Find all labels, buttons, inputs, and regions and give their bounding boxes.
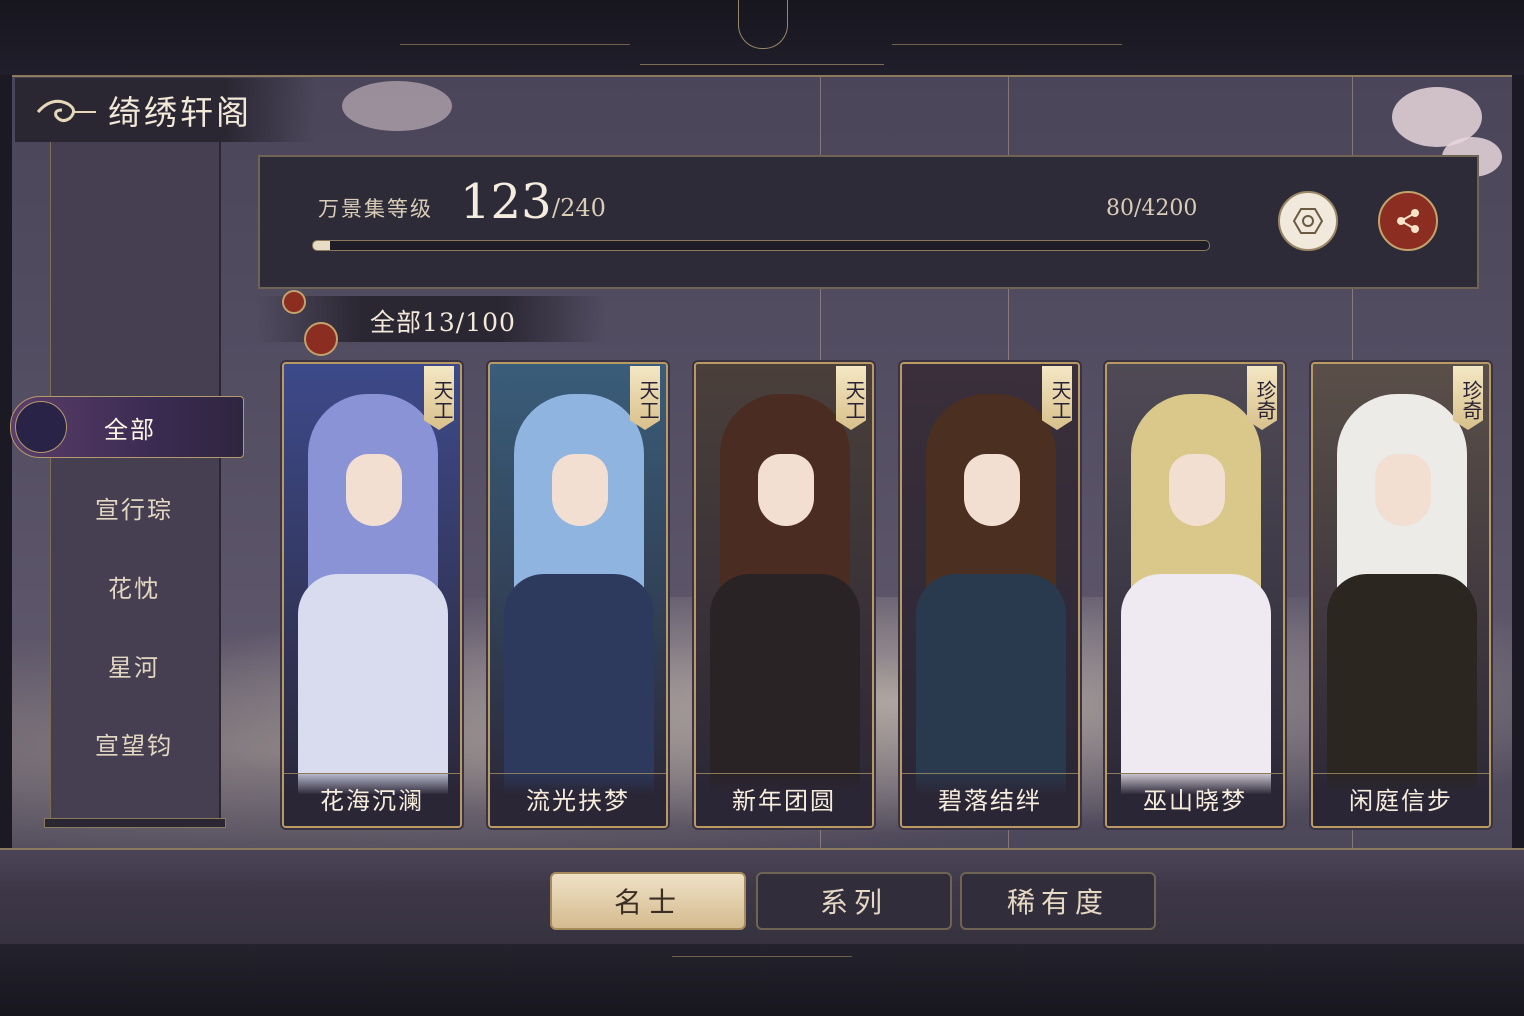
sidebar-item-xuanwangjun[interactable]: 宣望钧 [50,726,218,761]
rarity-badge: 天工 [424,366,454,430]
share-icon [1397,209,1419,233]
character-art [1313,364,1489,826]
character-robe [504,574,654,794]
character-card[interactable]: 天工碧落结绊 [900,362,1080,828]
character-robe [710,574,860,794]
cloud-emblem-icon [36,99,96,123]
level-max: /240 [552,194,606,222]
gallery-button[interactable] [1278,191,1338,251]
rarity-badge: 天工 [630,366,660,430]
character-robe [1121,574,1271,794]
tab-mingshi[interactable]: 名士 [550,872,746,930]
flower-badge-icon [304,322,338,356]
card-name: 碧落结绊 [938,787,1042,815]
character-robe [298,574,448,794]
lotus-ornament-icon [738,0,788,49]
level-progress-fill [313,241,331,250]
rarity-badge: 天工 [836,366,866,430]
character-art [696,364,872,826]
character-art [284,364,460,826]
character-face [1375,454,1431,526]
card-name: 新年团圆 [732,787,836,815]
bottom-frame [0,944,1524,1016]
tab-rarity[interactable]: 稀有度 [960,872,1156,930]
level-current: 123 [460,174,552,230]
top-frame-line-right [892,44,1122,45]
card-name: 流光扶梦 [526,787,630,815]
level-label: 万景集等级 [318,197,433,221]
card-name: 闲庭信步 [1349,787,1453,815]
character-face [964,454,1020,526]
character-card[interactable]: 天工花海沉澜 [282,362,462,828]
character-art [1107,364,1283,826]
card-name: 花海沉澜 [320,787,424,815]
character-art [490,364,666,826]
sidebar-item-huachen[interactable]: 花忱 [50,569,218,604]
sidebar-item-label: 全部 [104,416,156,444]
collection-count: 全部13/100 [370,308,516,337]
character-face [552,454,608,526]
fan-emblem-icon [15,401,67,453]
rarity-badge: 珍奇 [1453,366,1483,430]
character-face [758,454,814,526]
page-title: 绮绣轩阁 [108,93,252,132]
top-ornament [640,0,884,65]
sidebar-item-xinghe[interactable]: 星河 [50,648,218,683]
character-card[interactable]: 珍奇闲庭信步 [1311,362,1491,828]
top-frame-line-left [400,44,630,45]
character-face [1169,454,1225,526]
sidebar-item-xuanxingcong[interactable]: 宣行琮 [50,490,218,525]
top-frame [0,0,1524,75]
character-face [346,454,402,526]
gallery-icon [1293,208,1323,234]
sidebar [50,142,221,822]
character-robe [916,574,1066,794]
blossom-decoration [342,81,452,131]
level-progress-bar [312,240,1210,251]
flower-badge-icon [282,290,306,314]
character-card[interactable]: 天工流光扶梦 [488,362,668,828]
bottom-ornament [672,956,852,997]
character-robe [1327,574,1477,794]
tab-series[interactable]: 系列 [756,872,952,930]
rarity-badge: 天工 [1042,366,1072,430]
character-card[interactable]: 珍奇巫山晓梦 [1105,362,1285,828]
exp-progress-text: 80/4200 [1106,196,1198,221]
sidebar-bottom-rail [44,818,226,828]
rarity-badge: 珍奇 [1247,366,1277,430]
character-card[interactable]: 天工新年团圆 [694,362,874,828]
share-button[interactable] [1378,191,1438,251]
card-name: 巫山晓梦 [1143,787,1247,815]
character-art [902,364,1078,826]
